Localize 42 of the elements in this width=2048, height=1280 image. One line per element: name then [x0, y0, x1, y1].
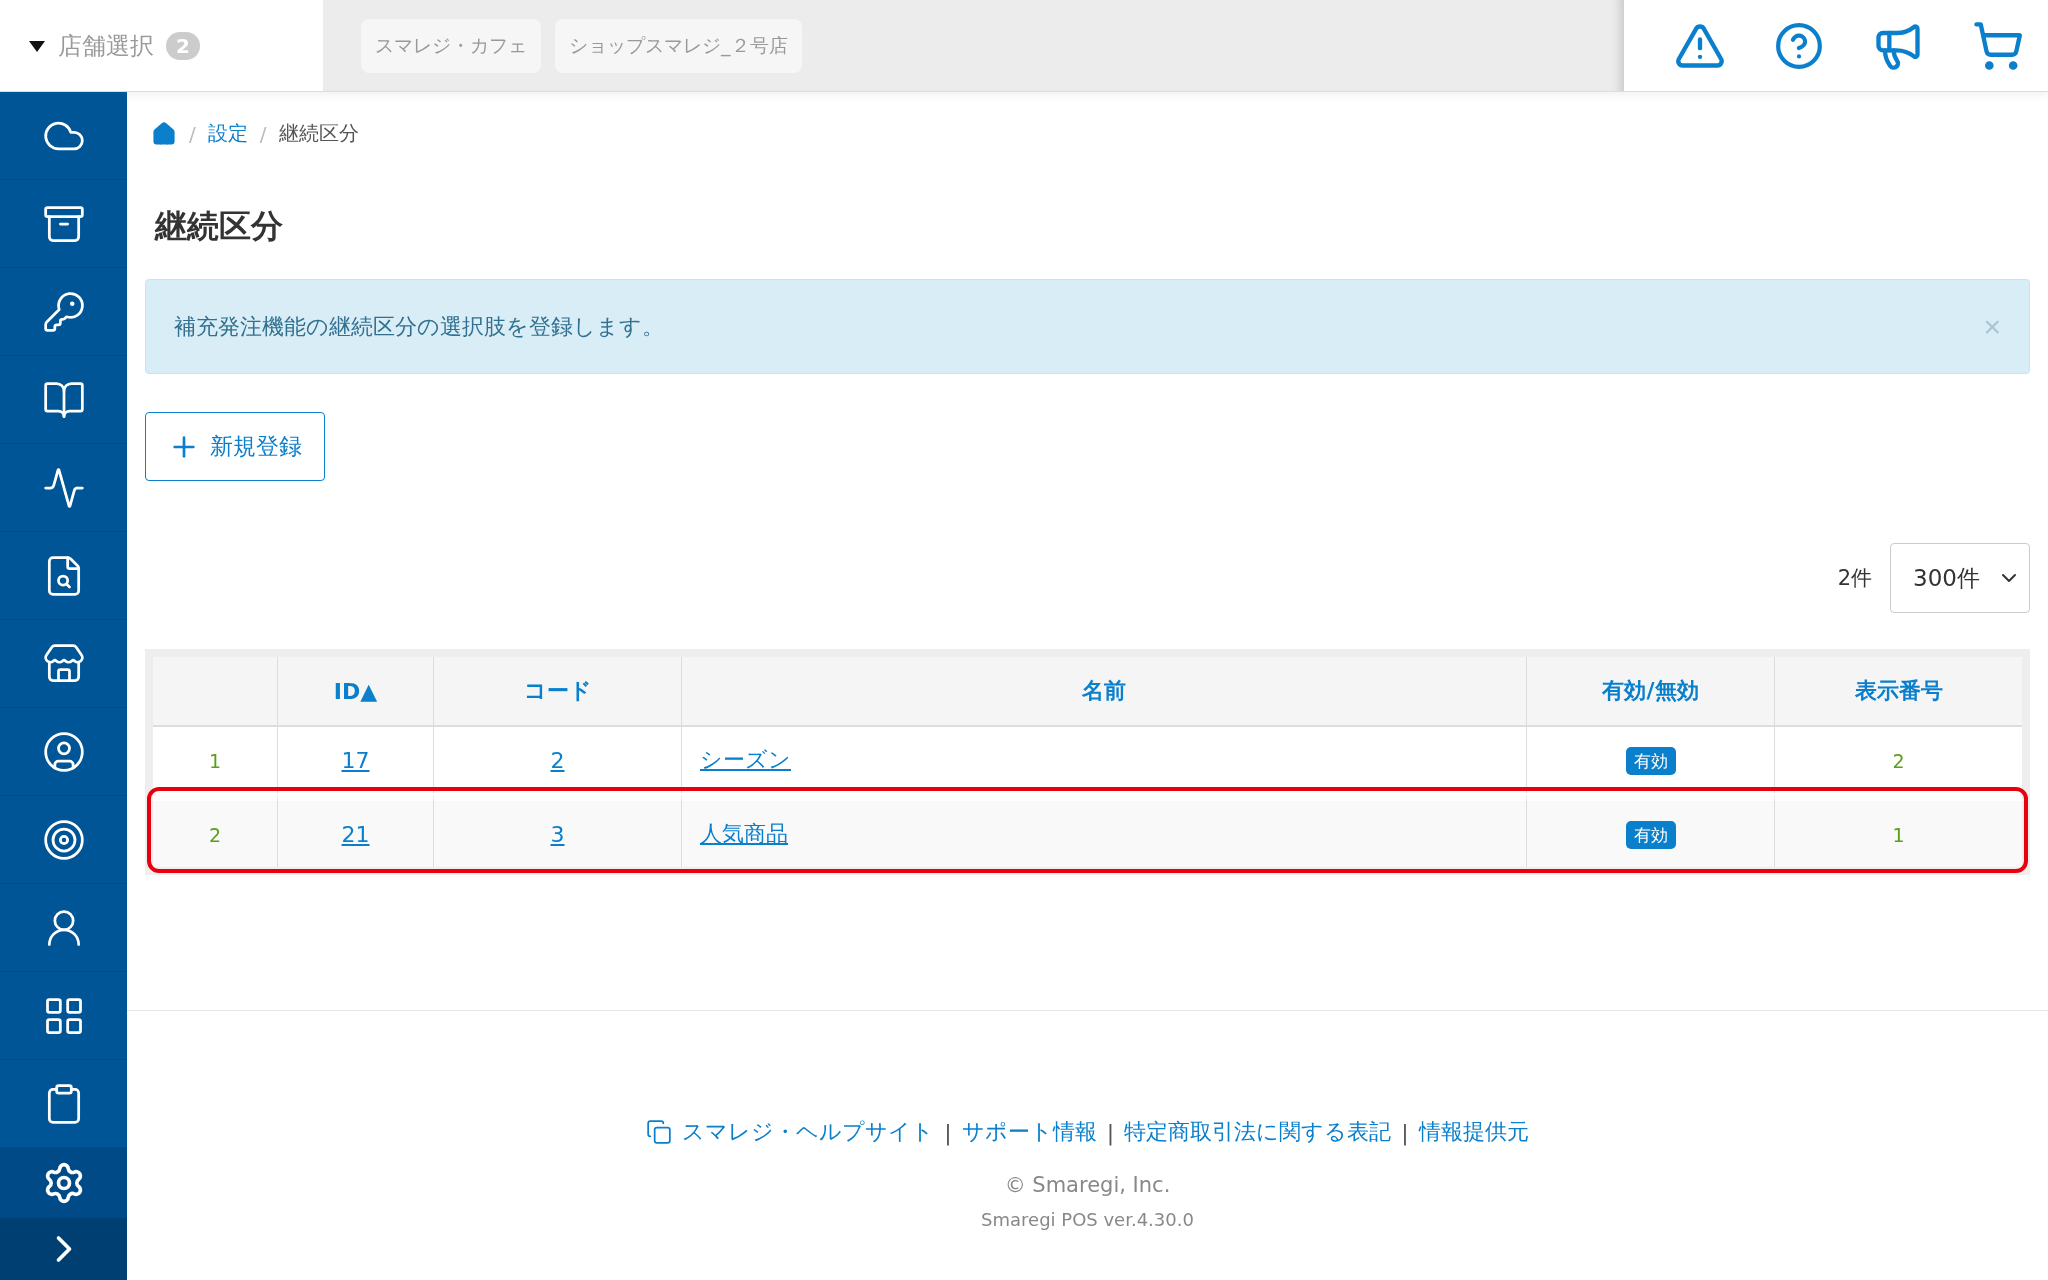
id-link[interactable]: 17 — [341, 747, 370, 773]
help-icon[interactable] — [1774, 20, 1824, 71]
version-text: Smaregi POS ver.4.30.0 — [981, 1209, 1194, 1230]
separator: | — [944, 1119, 952, 1145]
column-header[interactable]: 名前 — [682, 657, 1527, 727]
cart-icon[interactable] — [1972, 19, 2024, 72]
separator: | — [1106, 1119, 1115, 1145]
footer-link[interactable]: スマレジ・ヘルプサイト — [682, 1117, 935, 1147]
column-header[interactable]: ID▲ — [278, 657, 434, 727]
status-badge: 有効 — [1625, 821, 1676, 849]
footer-link[interactable]: 特定商取引法に関する表記 — [1124, 1117, 1392, 1147]
separator: | — [1401, 1119, 1409, 1145]
display-order: 2 — [1892, 749, 1905, 772]
external-window-icon — [646, 1119, 673, 1145]
footer-link[interactable]: サポート情報 — [961, 1117, 1097, 1147]
result-count: 2件 — [1837, 565, 1872, 592]
name-link[interactable]: シーズン — [700, 747, 791, 772]
footer-link[interactable]: 情報提供元 — [1418, 1117, 1529, 1147]
alert-message: 補充発注機能の継続区分の選択肢を登録します。 — [174, 312, 664, 341]
new-button[interactable]: 新規登録 — [145, 412, 325, 481]
column-header[interactable]: コード — [434, 657, 682, 727]
home-icon[interactable] — [151, 120, 177, 147]
breadcrumb-separator: / — [189, 121, 196, 146]
code-link[interactable]: 3 — [550, 821, 565, 847]
row-number: 2 — [208, 823, 222, 846]
column-header[interactable]: 有効/無効 — [1527, 657, 1775, 727]
breadcrumb-link[interactable]: 設定 — [207, 120, 248, 147]
id-link[interactable]: 21 — [341, 821, 370, 847]
code-link[interactable]: 2 — [550, 747, 565, 773]
row-number: 1 — [208, 749, 222, 772]
display-order: 1 — [1892, 823, 1905, 846]
settings-icon[interactable] — [0, 1148, 127, 1218]
store-chip[interactable]: スマレジ・カフェ — [361, 18, 541, 73]
breadcrumb-separator: / — [259, 121, 267, 146]
page-title: 継続区分 — [155, 206, 284, 247]
column-header[interactable]: 表示番号 — [1775, 657, 2022, 727]
status-badge: 有効 — [1625, 747, 1676, 775]
breadcrumb-current: 継続区分 — [278, 120, 359, 147]
store-chip[interactable]: ショップスマレジ_２号店 — [555, 18, 802, 73]
copyright: © Smaregi, Inc. — [1004, 1173, 1171, 1197]
name-link[interactable]: 人気商品 — [700, 821, 788, 846]
page-size-select[interactable]: 300件 — [1890, 543, 2030, 613]
